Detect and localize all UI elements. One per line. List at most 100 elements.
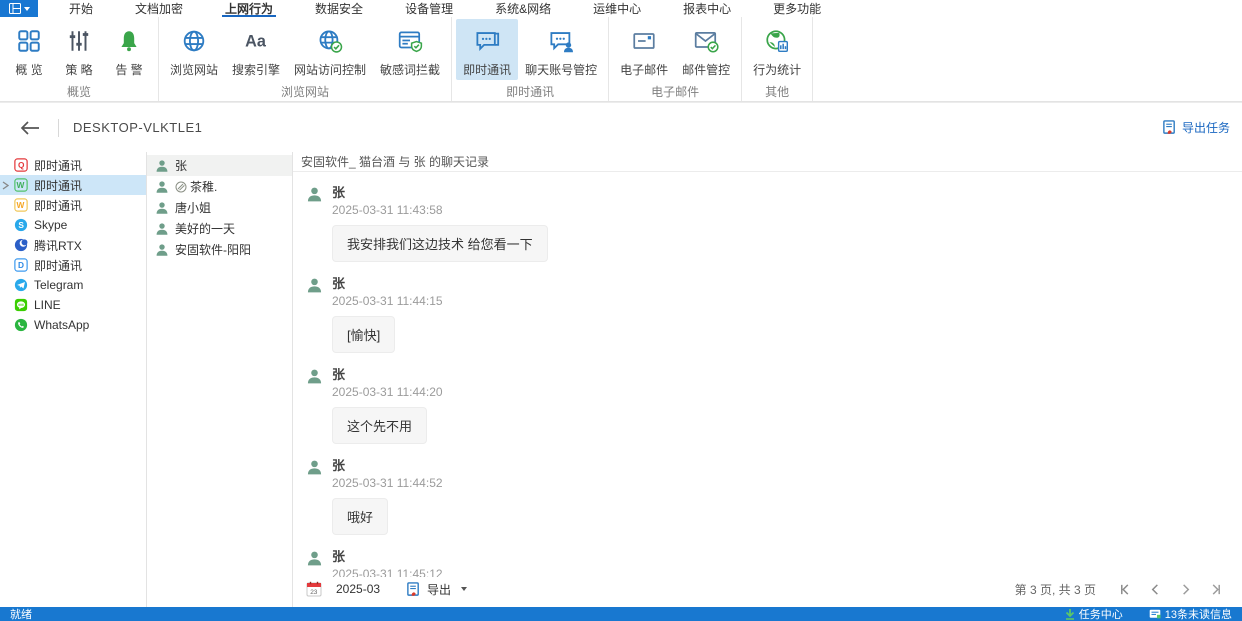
mail-control-button[interactable]: 邮件管控 <box>675 19 737 80</box>
website-access-control-label: 网站访问控制 <box>294 61 366 78</box>
unread-messages-label: 13条未读信息 <box>1165 606 1232 621</box>
contact-chazhi[interactable]: 茶稚. <box>147 176 292 197</box>
sidebar-item-qq[interactable]: Q 即时通讯 <box>0 155 146 175</box>
header-divider <box>58 119 59 137</box>
svg-text:Q: Q <box>18 160 25 170</box>
message-sender: 张 <box>332 275 443 292</box>
sidebar-item-whatsapp[interactable]: WhatsApp <box>0 315 146 335</box>
sliders-icon <box>66 25 92 57</box>
back-arrow-icon <box>20 121 40 135</box>
browse-website-button[interactable]: 浏览网站 <box>163 19 225 80</box>
export-label: 导出 <box>427 581 451 598</box>
avatar-icon <box>306 368 323 385</box>
export-task-label: 导出任务 <box>1182 119 1230 136</box>
sidebar-item-label: 即时通讯 <box>34 157 82 174</box>
sidebar-item-wecom[interactable]: W 即时通讯 <box>0 195 146 215</box>
page-title: DESKTOP-VLKTLE1 <box>73 120 202 135</box>
sidebar-item-wechat[interactable]: W 即时通讯 <box>0 175 146 195</box>
chat-account-control-button[interactable]: 聊天账号管控 <box>518 19 604 80</box>
sidebar-item-skype[interactable]: S Skype <box>0 215 146 235</box>
contact-name: 张 <box>175 157 187 174</box>
tab-report-center[interactable]: 报表中心 <box>662 0 752 17</box>
month-picker[interactable]: 23 2025-03 <box>306 581 406 597</box>
svg-text:W: W <box>16 200 24 210</box>
next-page-button[interactable] <box>1176 580 1194 598</box>
svg-text:S: S <box>18 220 24 230</box>
tab-data-security[interactable]: 数据安全 <box>294 0 384 17</box>
sidebar-item-dingtalk[interactable]: D 即时通讯 <box>0 255 146 275</box>
grid-icon <box>16 25 42 57</box>
bell-icon <box>116 25 142 57</box>
unread-messages-button[interactable]: 13条未读信息 <box>1149 606 1232 621</box>
chevron-down-icon <box>461 587 467 591</box>
avatar-icon <box>155 222 169 236</box>
contact-list: 张 茶稚. 唐小姐 美好的一天 安固软件-阳阳 <box>147 152 293 607</box>
sidebar-item-rtx[interactable]: 腾讯RTX <box>0 235 146 255</box>
font-icon: Aa <box>243 25 269 57</box>
message-list[interactable]: 张 2025-03-31 11:43:58 我安排我们这边技术 给您看一下 张 … <box>293 172 1242 577</box>
back-button[interactable] <box>16 114 44 142</box>
globe-icon <box>181 25 207 57</box>
expander-icon[interactable] <box>2 179 9 193</box>
tab-ops-center[interactable]: 运维中心 <box>572 0 662 17</box>
message-sender: 张 <box>332 548 535 565</box>
contact-meihao[interactable]: 美好的一天 <box>147 218 292 239</box>
task-center-button[interactable]: 任务中心 <box>1065 606 1123 621</box>
chat-toolbar: 23 2025-03 导出 第 3 页, 共 3 页 <box>293 577 1242 607</box>
sidebar-item-label: 腾讯RTX <box>34 237 82 254</box>
contact-tang[interactable]: 唐小姐 <box>147 197 292 218</box>
contact-name: 美好的一天 <box>175 220 235 237</box>
chat-record-title: 安固软件_ 猫台酒 与 张 的聊天记录 <box>293 152 1242 172</box>
sensitive-word-button[interactable]: 敏感词拦截 <box>373 19 447 80</box>
first-page-button[interactable] <box>1116 580 1134 598</box>
app-menu-button[interactable] <box>0 0 38 17</box>
app-logo-icon <box>9 3 21 14</box>
contact-zhang[interactable]: 张 <box>147 155 292 176</box>
ribbon-group-browse: 浏览网站 Aa 搜索引擎 网站访问控制 敏感词拦截 <box>159 17 452 101</box>
overview-button[interactable]: 概 览 <box>4 19 54 80</box>
sidebar-item-label: 即时通讯 <box>34 197 82 214</box>
avatar-icon <box>306 277 323 294</box>
tab-start[interactable]: 开始 <box>48 0 114 17</box>
message-bubble: [愉快] <box>332 316 395 353</box>
sidebar-item-label: Telegram <box>34 278 83 292</box>
avatar-icon <box>306 459 323 476</box>
wecom-icon: W <box>14 198 28 212</box>
qq-icon: Q <box>14 158 28 172</box>
contact-anggu[interactable]: 安固软件-阳阳 <box>147 239 292 260</box>
sensitive-word-label: 敏感词拦截 <box>380 61 440 78</box>
export-button[interactable]: 导出 <box>406 581 467 598</box>
im-button[interactable]: 即时通讯 <box>456 19 518 80</box>
tab-doc-encryption[interactable]: 文档加密 <box>114 0 204 17</box>
policy-button[interactable]: 策 略 <box>54 19 104 80</box>
im-label: 即时通讯 <box>463 61 511 78</box>
export-task-icon <box>1162 120 1177 135</box>
alert-label: 告 警 <box>115 61 142 78</box>
prev-page-button[interactable] <box>1146 580 1164 598</box>
behavior-stats-button[interactable]: 行为统计 <box>746 19 808 80</box>
export-task-button[interactable]: 导出任务 <box>1162 119 1230 136</box>
content-area: Q 即时通讯 W 即时通讯 W 即时通讯 S Skype 腾讯RTX D <box>0 152 1242 607</box>
message-bubble: 我安排我们这边技术 给您看一下 <box>332 225 548 262</box>
sidebar-item-line[interactable]: LINE <box>0 295 146 315</box>
status-bar: 就绪 任务中心 13条未读信息 <box>0 607 1242 621</box>
tab-more-features[interactable]: 更多功能 <box>752 0 842 17</box>
website-access-control-button[interactable]: 网站访问控制 <box>287 19 373 80</box>
globe-check-icon <box>317 25 343 57</box>
tab-system-network[interactable]: 系统&网络 <box>474 0 572 17</box>
search-engine-button[interactable]: Aa 搜索引擎 <box>225 19 287 80</box>
sidebar-item-telegram[interactable]: Telegram <box>0 275 146 295</box>
message-bubble: 这个先不用 <box>332 407 427 444</box>
last-page-button[interactable] <box>1206 580 1224 598</box>
globe-stats-icon <box>764 25 790 57</box>
app-window: 开始 文档加密 上网行为 数据安全 设备管理 系统&网络 运维中心 报表中心 更… <box>0 0 1242 621</box>
tab-device-management[interactable]: 设备管理 <box>384 0 474 17</box>
ribbon-group-overview: 概 览 策 略 告 警 概览 <box>0 17 159 101</box>
avatar-icon <box>155 201 169 215</box>
email-button[interactable]: 电子邮件 <box>613 19 675 80</box>
mail-control-label: 邮件管控 <box>682 61 730 78</box>
message-timestamp: 2025-03-31 11:43:58 <box>332 202 548 219</box>
chat-panel: 安固软件_ 猫台酒 与 张 的聊天记录 张 2025-03-31 11:43:5… <box>293 152 1242 607</box>
tab-internet-behavior[interactable]: 上网行为 <box>204 0 294 17</box>
alert-button[interactable]: 告 警 <box>104 19 154 80</box>
